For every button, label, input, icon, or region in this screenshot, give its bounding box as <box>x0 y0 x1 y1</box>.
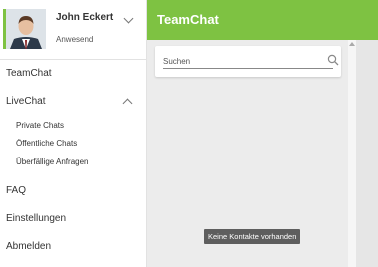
nav-subitem-private-chats[interactable]: Private Chats <box>16 121 64 130</box>
contacts-scrollbar[interactable] <box>348 40 356 267</box>
sidebar: John Eckert Anwesend TeamChat LiveChat P… <box>0 0 147 267</box>
right-gutter <box>356 40 378 267</box>
app-header: TeamChat <box>147 0 378 40</box>
nav-item-settings[interactable]: Einstellungen <box>6 213 66 224</box>
scroll-up-arrow-icon[interactable] <box>349 42 355 46</box>
nav-subitem-public-chats[interactable]: Öffentliche Chats <box>16 139 77 148</box>
search-box <box>155 46 341 77</box>
search-input[interactable] <box>163 54 325 68</box>
search-icon[interactable] <box>327 54 339 66</box>
page-title: TeamChat <box>157 12 219 27</box>
nav-subitem-overdue-requests[interactable]: Überfällige Anfragen <box>16 157 89 166</box>
chevron-down-icon[interactable] <box>123 13 134 24</box>
user-name: John Eckert <box>56 12 114 23</box>
nav-item-livechat[interactable]: LiveChat <box>6 96 45 107</box>
main-panel: TeamChat Keine Kontakte vorhanden <box>147 0 378 267</box>
empty-contacts-message: Keine Kontakte vorhanden <box>204 229 301 244</box>
user-profile-header[interactable]: John Eckert Anwesend <box>0 0 146 60</box>
user-status: Anwesend <box>56 35 94 44</box>
avatar <box>6 9 46 49</box>
nav-item-faq[interactable]: FAQ <box>6 185 26 196</box>
search-underline <box>163 68 333 69</box>
chevron-up-icon[interactable] <box>122 98 133 109</box>
nav-item-logout[interactable]: Abmelden <box>6 241 51 252</box>
nav-item-teamchat[interactable]: TeamChat <box>6 68 52 79</box>
